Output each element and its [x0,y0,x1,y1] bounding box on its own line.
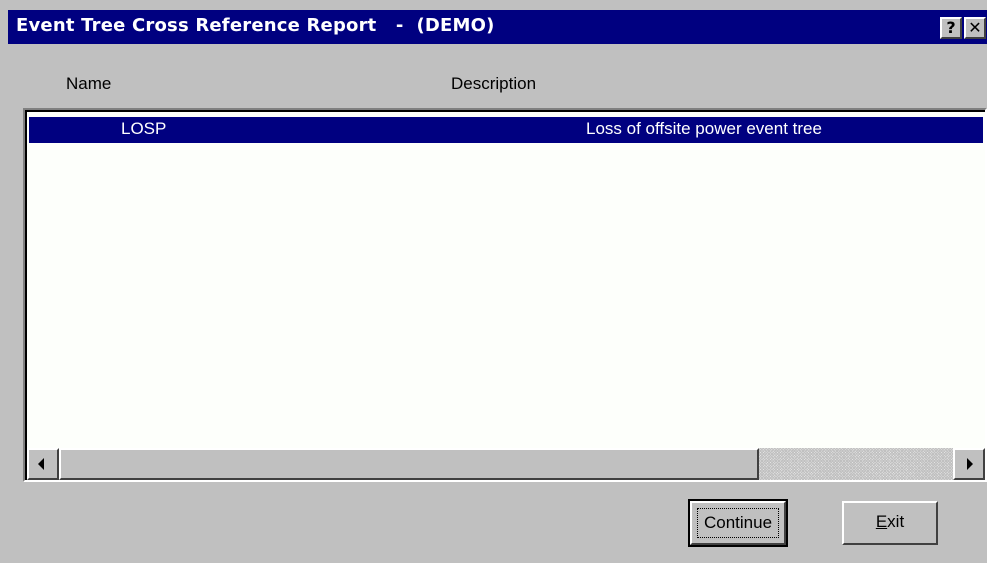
scroll-left-button[interactable] [27,448,59,480]
continue-button-label: Continue [697,508,779,538]
column-header-description: Description [451,74,537,93]
exit-button[interactable]: Exit [842,501,938,545]
close-button[interactable]: ✕ [964,17,986,39]
scrollbar-thumb[interactable] [59,448,759,480]
exit-button-label: xit [887,512,905,531]
arrow-right-icon [967,458,973,470]
list-item-description: Loss of offsite power event tree [586,119,822,138]
horizontal-scrollbar[interactable] [27,448,985,480]
event-tree-list[interactable]: LOSP Loss of offsite power event tree [23,108,987,482]
help-button[interactable]: ? [940,17,962,39]
list-item[interactable]: LOSP Loss of offsite power event tree [29,117,983,143]
continue-button[interactable]: Continue [688,499,788,547]
title-bar[interactable]: Event Tree Cross Reference Report - (DEM… [8,10,987,44]
arrow-left-icon [38,458,44,470]
window-title: Event Tree Cross Reference Report - (DEM… [16,15,495,36]
close-icon: ✕ [968,18,982,37]
scroll-right-button[interactable] [953,448,985,480]
exit-button-mnemonic: E [875,512,888,531]
column-header-name: Name [66,74,112,93]
report-dialog: Event Tree Cross Reference Report - (DEM… [0,0,987,563]
list-item-name: LOSP [121,119,167,138]
list-viewport: LOSP Loss of offsite power event tree [25,110,985,480]
question-mark-icon: ? [946,18,956,37]
